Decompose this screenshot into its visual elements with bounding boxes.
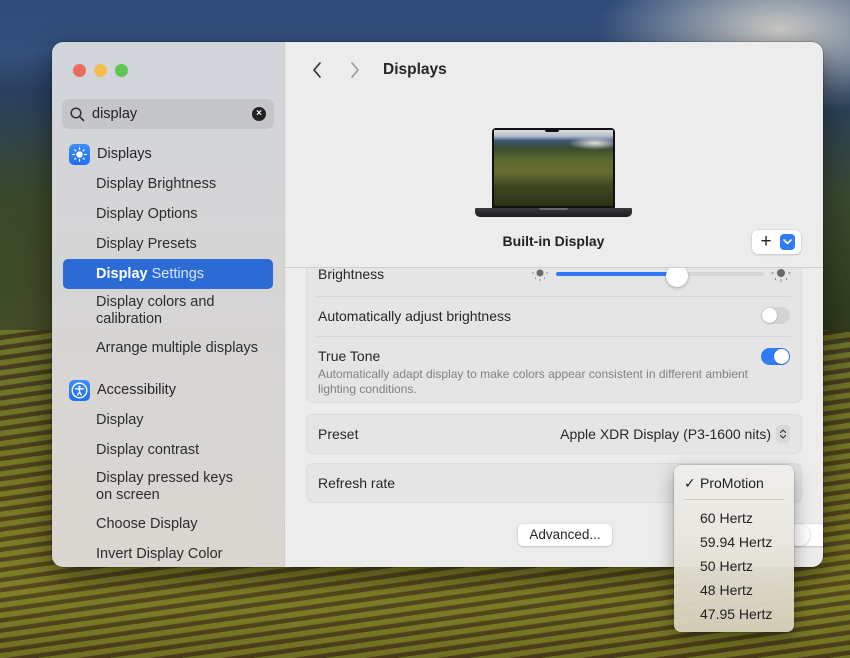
sidebar-item-label: Choose Display [96, 515, 198, 532]
sidebar: display × Displays Display Brightness Di… [52, 42, 285, 567]
menu-item-47-95hz[interactable]: 47.95 Hertz [674, 602, 794, 626]
laptop-screen [492, 128, 615, 208]
checkmark-icon: ✓ [684, 475, 696, 491]
advanced-button[interactable]: Advanced... [518, 524, 612, 546]
refresh-rate-label: Refresh rate [318, 475, 396, 491]
minimize-button[interactable] [94, 64, 107, 77]
chevron-down-icon[interactable] [780, 234, 795, 250]
maximize-button[interactable] [115, 64, 128, 77]
menu-item-48hz[interactable]: 48 Hertz [674, 578, 794, 602]
sun-brightness-icon [69, 143, 90, 165]
chevron-left-icon [313, 62, 321, 78]
menu-item-label: 50 Hertz [700, 558, 753, 574]
close-button[interactable] [73, 64, 86, 77]
auto-brightness-toggle[interactable] [761, 307, 790, 324]
sidebar-item-display-presets[interactable]: Display Presets [52, 229, 284, 259]
sidebar-item-label: Display colors and calibration [96, 294, 215, 327]
search-icon [70, 106, 85, 121]
laptop-display-image[interactable] [475, 126, 632, 221]
menu-item-60hz[interactable]: 60 Hertz [674, 506, 794, 530]
sidebar-item-choose-display[interactable]: Choose Display [52, 509, 284, 539]
brightness-track[interactable] [556, 268, 764, 287]
sidebar-item-display-colors[interactable]: Display colors and calibration [52, 289, 284, 333]
brightness-label: Brightness [318, 268, 385, 282]
menu-item-promotion[interactable]: ✓ ProMotion [674, 471, 794, 495]
sidebar-group-displays[interactable]: Displays [52, 139, 284, 169]
menu-separator [684, 499, 784, 500]
search-input[interactable]: display [92, 106, 252, 122]
forward-button[interactable] [343, 58, 367, 82]
brightness-slider[interactable] [530, 268, 792, 287]
sidebar-item-label: Display pressed keys on screen [96, 470, 233, 503]
display-name: Built-in Display [502, 233, 605, 249]
up-down-chevron-icon [776, 425, 790, 443]
sidebar-item-label: Invert Display Color [96, 545, 223, 562]
sidebar-group-label: Accessibility [97, 382, 176, 398]
navigation-bar: Displays [305, 58, 447, 82]
sidebar-item-label: Display Brightness [96, 175, 217, 192]
sidebar-item-label: Display Presets [96, 235, 197, 252]
true-tone-row: True Tone Automatically adapt display to… [307, 336, 801, 404]
menu-item-label: 60 Hertz [700, 510, 753, 526]
accessibility-person-icon [69, 379, 90, 401]
menu-item-50hz[interactable]: 50 Hertz [674, 554, 794, 578]
menu-item-label: 48 Hertz [700, 582, 753, 598]
sidebar-item-label: Display [96, 411, 144, 428]
menu-item-label: 47.95 Hertz [700, 606, 773, 622]
preset-label: Preset [318, 426, 359, 442]
sidebar-results: Displays Display Brightness Display Opti… [52, 139, 284, 567]
page-title: Displays [383, 61, 447, 78]
brightness-thumb[interactable] [665, 268, 688, 287]
preset-popup[interactable]: Apple XDR Display (P3-1600 nits) [560, 425, 790, 443]
clear-circle-icon[interactable]: × [252, 107, 266, 121]
sidebar-item-display-brightness[interactable]: Display Brightness [52, 169, 284, 199]
sidebar-item-display[interactable]: Display [52, 405, 284, 435]
sidebar-item-arrange-displays[interactable]: Arrange multiple displays [52, 333, 284, 363]
auto-brightness-row: Automatically adjust brightness [307, 296, 801, 336]
sidebar-item-pressed-keys[interactable]: Display pressed keys on screen [52, 465, 284, 509]
sidebar-item-label-match: Display [96, 265, 148, 282]
sidebar-item-display-contrast[interactable]: Display contrast [52, 435, 284, 465]
refresh-rate-menu: ✓ ProMotion 60 Hertz 59.94 Hertz 50 Hert… [674, 465, 794, 632]
display-arrangement: Built-in Display + [285, 126, 823, 266]
laptop-base [475, 208, 632, 217]
preset-value: Apple XDR Display (P3-1600 nits) [560, 426, 771, 442]
true-tone-description: Automatically adapt display to make colo… [318, 367, 749, 396]
menu-item-59-94hz[interactable]: 59.94 Hertz [674, 530, 794, 554]
brightness-fill [556, 272, 677, 276]
sidebar-item-display-settings[interactable]: Display Settings [63, 259, 273, 289]
sun-large-icon [771, 269, 791, 282]
menu-item-label: 59.94 Hertz [700, 534, 773, 550]
sidebar-group-accessibility[interactable]: Accessibility [52, 375, 284, 405]
plus-icon[interactable]: + [752, 231, 780, 253]
brightness-row: Brightness [307, 268, 801, 296]
window-controls [73, 64, 128, 77]
wallpaper-thumbnail [494, 130, 613, 206]
auto-brightness-label: Automatically adjust brightness [318, 308, 511, 324]
sidebar-item-label-rest: Settings [147, 265, 205, 282]
sidebar-item-label: Display contrast [96, 441, 200, 458]
sidebar-item-label: Display Options [96, 205, 198, 222]
search-field[interactable]: display × [62, 99, 274, 129]
sidebar-item-display-options[interactable]: Display Options [52, 199, 284, 229]
add-display-button[interactable]: + [752, 230, 801, 254]
sidebar-item-label: Arrange multiple displays [96, 339, 258, 356]
preset-card: Preset Apple XDR Display (P3-1600 nits) [306, 414, 802, 454]
true-tone-toggle[interactable] [761, 348, 790, 365]
chevron-right-icon [351, 62, 359, 78]
true-tone-label: True Tone [318, 348, 381, 364]
brightness-card: Brightness Automatically adjust brightne… [306, 268, 802, 403]
sun-small-icon [532, 269, 548, 281]
menu-item-label: ProMotion [700, 475, 764, 491]
sidebar-group-label: Displays [97, 146, 152, 162]
back-button[interactable] [305, 58, 329, 82]
sidebar-item-invert-color[interactable]: Invert Display Color [52, 539, 284, 567]
